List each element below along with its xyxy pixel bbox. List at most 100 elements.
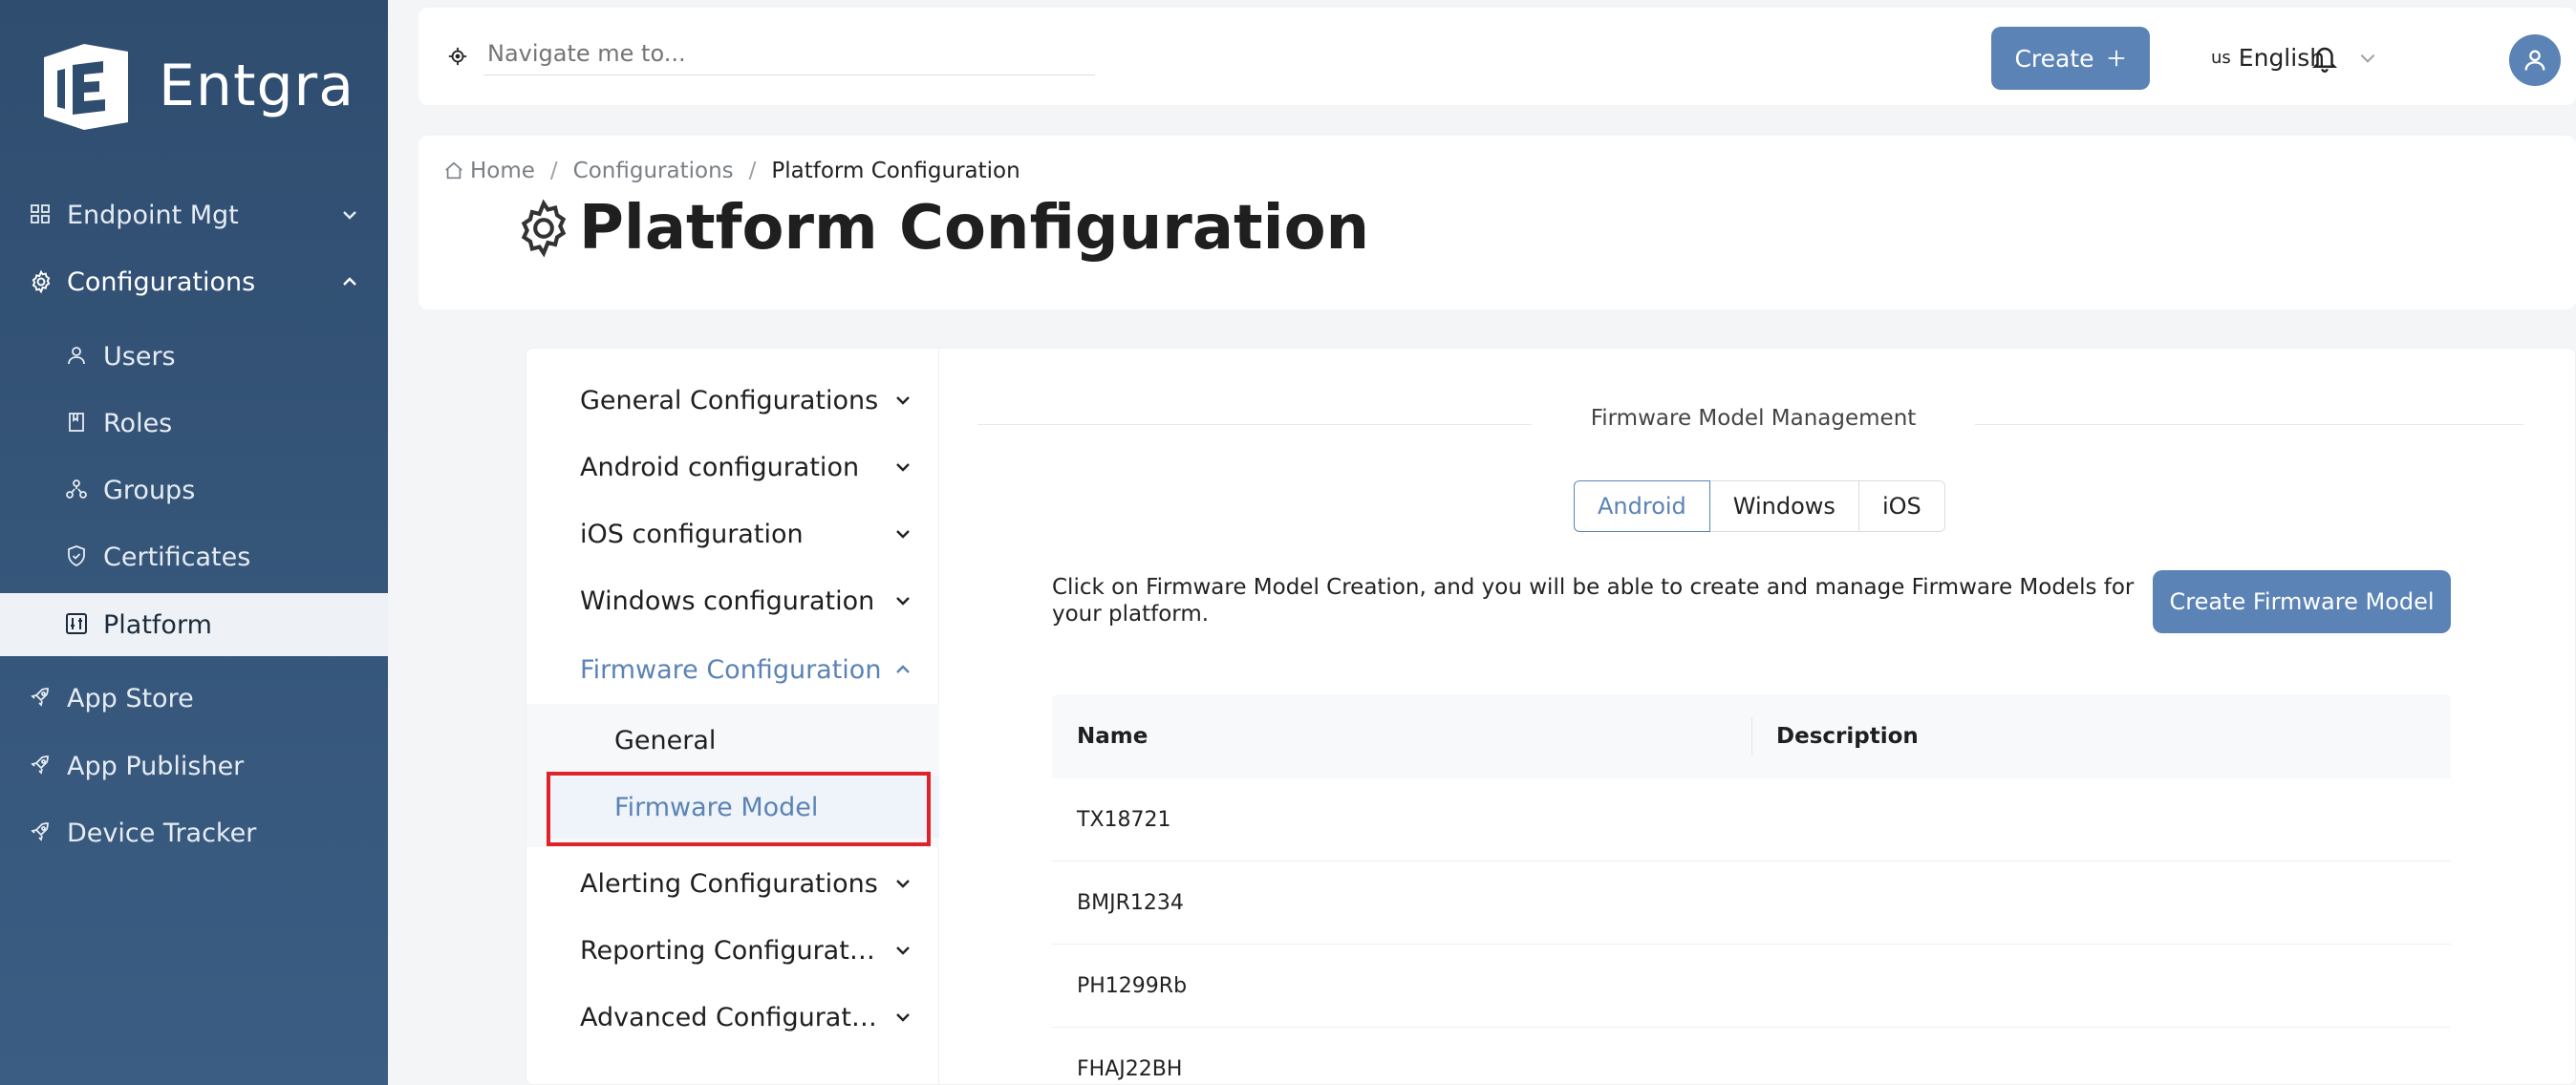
breadcrumb-configurations[interactable]: Configurations <box>573 159 734 183</box>
menu-firmware-configuration[interactable]: Firmware Configuration <box>526 641 939 698</box>
menu-item-label: Alerting Configurations <box>580 868 878 899</box>
create-button[interactable]: Create <box>1991 27 2150 90</box>
tab-ios[interactable]: iOS <box>1858 480 1945 532</box>
column-header-name[interactable]: Name <box>1077 724 1148 749</box>
sidebar-item-label: Endpoint Mgt <box>67 200 239 230</box>
table-header: Name Description <box>1052 694 2451 778</box>
table-row[interactable]: PH1299Rb <box>1052 945 2451 1028</box>
locate-icon <box>448 47 467 65</box>
cell-name: PH1299Rb <box>1077 973 1188 998</box>
page-header: Home / Configurations / Platform Configu… <box>419 136 2576 309</box>
navigate-input[interactable] <box>483 36 1095 75</box>
user-icon <box>2524 50 2545 71</box>
chevron-down-icon <box>2360 53 2375 63</box>
menu-reporting-configurations[interactable]: Reporting Configurations <box>526 922 939 979</box>
sidebar-item-platform[interactable]: Platform <box>0 593 388 656</box>
firmware-model-panel: Firmware Model Management Android Window… <box>939 349 2576 1085</box>
section-title: Firmware Model Management <box>1590 406 1917 431</box>
column-header-description[interactable]: Description <box>1776 724 1919 749</box>
entgra-logo-icon <box>44 44 128 130</box>
table-row[interactable]: BMJR1234 <box>1052 862 2451 945</box>
groups-icon <box>65 478 90 502</box>
chevron-down-icon <box>896 1013 910 1022</box>
sidebar-item-label: Certificates <box>103 542 251 572</box>
brand-name: Entgra <box>159 53 354 119</box>
cell-name: TX18721 <box>1077 807 1171 832</box>
chevron-down-icon <box>896 463 910 472</box>
sliders-icon <box>65 612 90 637</box>
firmware-model-table: Name Description TX18721 BMJR1234 PH1299… <box>1052 694 2451 1085</box>
breadcrumb-home[interactable]: Home <box>470 159 535 183</box>
chevron-down-icon <box>343 211 356 220</box>
chevron-down-icon <box>896 396 910 405</box>
sidebar-item-label: Configurations <box>67 266 256 297</box>
create-button-label: Create <box>2014 44 2094 73</box>
table-row[interactable]: FHAJ22BH <box>1052 1028 2451 1085</box>
sidebar-item-app-publisher[interactable]: App Publisher <box>0 744 388 788</box>
country-code: us <box>2211 48 2231 68</box>
menu-ios-configuration[interactable]: iOS configuration <box>526 505 939 563</box>
rocket-icon <box>29 754 54 778</box>
column-divider <box>1751 717 1752 755</box>
cell-name: BMJR1234 <box>1077 890 1184 915</box>
menu-windows-configuration[interactable]: Windows configuration <box>526 572 939 629</box>
page-title: Platform Configuration <box>579 193 1370 264</box>
sidebar: Entgra Endpoint Mgt Configurations Users… <box>0 0 388 1085</box>
rocket-icon <box>29 686 54 711</box>
avatar[interactable] <box>2509 34 2561 86</box>
sidebar-item-app-store[interactable]: App Store <box>0 676 388 720</box>
rocket-icon <box>29 820 54 845</box>
page-title-wrap: Platform Configuration <box>512 193 1369 264</box>
grid-icon <box>29 202 54 227</box>
user-icon <box>65 344 90 369</box>
chevron-up-icon <box>896 665 910 673</box>
home-icon <box>445 161 462 180</box>
chevron-up-icon <box>343 277 356 286</box>
notification-bell-icon[interactable] <box>2310 42 2339 78</box>
shield-icon <box>65 544 90 569</box>
menu-general-configurations[interactable]: General Configurations <box>526 372 939 429</box>
plus-icon <box>2108 50 2124 67</box>
menu-item-label: Firmware Configuration <box>580 654 882 685</box>
sidebar-item-label: Platform <box>103 609 212 640</box>
cell-name: FHAJ22BH <box>1077 1056 1183 1081</box>
book-icon <box>65 411 90 436</box>
table-row[interactable]: TX18721 <box>1052 778 2451 862</box>
sidebar-item-users[interactable]: Users <box>0 334 388 378</box>
submenu-general[interactable]: General <box>526 710 939 771</box>
sidebar-item-roles[interactable]: Roles <box>0 401 388 445</box>
sidebar-item-certificates[interactable]: Certificates <box>0 535 388 579</box>
config-menu: General Configurations Android configura… <box>526 349 939 1085</box>
tab-windows[interactable]: Windows <box>1709 480 1859 532</box>
menu-item-label: iOS configuration <box>580 519 804 549</box>
menu-android-configuration[interactable]: Android configuration <box>526 438 939 496</box>
tab-android[interactable]: Android <box>1574 480 1710 532</box>
sidebar-item-label: App Publisher <box>67 751 245 781</box>
sidebar-item-label: Roles <box>103 408 173 438</box>
sidebar-item-endpoint-mgt[interactable]: Endpoint Mgt <box>0 193 388 237</box>
menu-item-label: Windows configuration <box>580 585 875 616</box>
breadcrumb: Home / Configurations / Platform Configu… <box>443 159 1020 183</box>
divider-line <box>1975 424 2523 425</box>
sidebar-item-device-tracker[interactable]: Device Tracker <box>0 811 388 855</box>
sidebar-item-label: Groups <box>103 475 196 505</box>
sidebar-item-groups[interactable]: Groups <box>0 468 388 512</box>
menu-advanced-configurations[interactable]: Advanced Configurations <box>526 989 939 1046</box>
create-firmware-model-button[interactable]: Create Firmware Model <box>2153 570 2451 633</box>
chevron-down-icon <box>896 880 910 888</box>
sidebar-item-configurations[interactable]: Configurations <box>0 260 388 304</box>
submenu-firmware-model[interactable]: Firmware Model <box>547 777 939 838</box>
chevron-down-icon <box>896 597 910 606</box>
menu-item-label: General Configurations <box>580 385 879 415</box>
sidebar-item-label: Device Tracker <box>67 818 257 848</box>
language-selector[interactable]: us English <box>2211 44 2378 72</box>
gear-icon <box>29 269 54 294</box>
section-divider: Firmware Model Management <box>977 406 2523 431</box>
menu-item-label: Android configuration <box>580 452 860 482</box>
menu-item-label: Advanced Configurations <box>580 1002 878 1032</box>
brand-logo[interactable]: Entgra <box>36 38 354 134</box>
menu-item-label: Reporting Configurations <box>580 935 878 966</box>
gear-icon <box>521 199 567 258</box>
menu-alerting-configurations[interactable]: Alerting Configurations <box>526 855 939 912</box>
breadcrumb-current: Platform Configuration <box>771 159 1020 183</box>
